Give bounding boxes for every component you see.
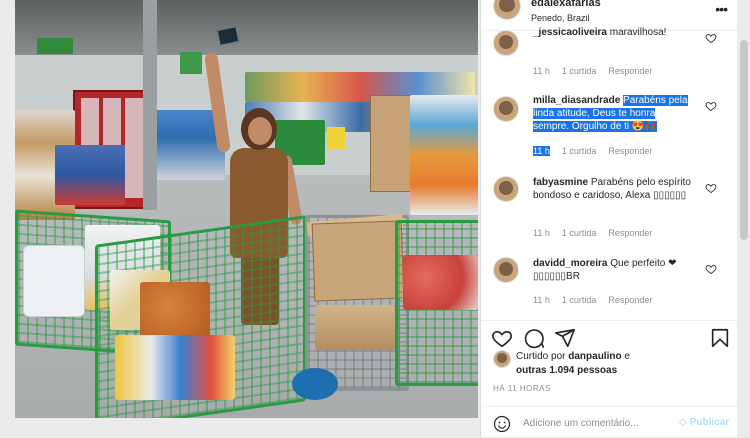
photo-goods bbox=[115, 335, 235, 400]
more-options-icon[interactable]: ••• bbox=[715, 1, 728, 17]
reply-button[interactable]: Responder bbox=[608, 295, 652, 305]
post-location[interactable]: Penedo, Brazil bbox=[531, 13, 590, 23]
comment-time[interactable]: 11 h bbox=[533, 295, 550, 305]
photo-goods bbox=[140, 282, 210, 342]
comment-meta: 11 h 1 curtida Responder bbox=[533, 146, 664, 156]
reply-button[interactable]: Responder bbox=[608, 66, 652, 76]
author-username[interactable]: edalexafarias bbox=[531, 0, 601, 9]
comment-likes[interactable]: 1 curtida bbox=[562, 66, 597, 76]
likes-prefix: Curtido por bbox=[516, 351, 569, 362]
reply-button[interactable]: Responder bbox=[608, 146, 652, 156]
comment-time[interactable]: 11 h bbox=[533, 66, 550, 76]
photo-cardboard-box bbox=[311, 220, 405, 302]
comment-meta: 11 h 1 curtida Responder bbox=[533, 66, 664, 76]
photo-shelf bbox=[410, 95, 478, 215]
comment-composer: Publicar bbox=[481, 406, 737, 438]
comment-username[interactable]: davidd_moreira bbox=[533, 258, 607, 269]
photo-pillar bbox=[143, 0, 157, 210]
share-direct-icon[interactable] bbox=[554, 327, 576, 349]
like-comment-heart-icon[interactable] bbox=[705, 182, 717, 194]
photo-fridge-door bbox=[125, 98, 143, 198]
reply-button[interactable]: Responder bbox=[608, 228, 652, 238]
emoji-icon[interactable] bbox=[493, 415, 511, 433]
commenter-avatar[interactable] bbox=[493, 30, 519, 56]
comment-time[interactable]: 11 h bbox=[533, 146, 550, 156]
post-actions-bar bbox=[481, 320, 737, 351]
photo-goods bbox=[403, 255, 478, 310]
comment-input[interactable] bbox=[523, 414, 663, 432]
photo-goods bbox=[315, 305, 395, 350]
comment-text-block: fabyasmine Parabéns pelo espírito bondos… bbox=[533, 176, 693, 202]
comment-text-block: davidd_moreira Que perfeito ❤ ▯▯▯▯▯▯BR bbox=[533, 257, 693, 283]
photo-person-face bbox=[248, 117, 272, 145]
photo-shelf bbox=[55, 145, 125, 205]
like-heart-icon[interactable] bbox=[491, 327, 513, 349]
commenter-avatar[interactable] bbox=[493, 96, 519, 122]
commenter-avatar[interactable] bbox=[493, 176, 519, 202]
comment-username[interactable]: _jessicaoliveira bbox=[533, 27, 607, 38]
liker-avatar[interactable] bbox=[493, 350, 511, 368]
publish-button[interactable]: Publicar bbox=[679, 417, 729, 428]
comment-username[interactable]: milla_diasandrade bbox=[533, 95, 620, 106]
photo-goods bbox=[23, 245, 85, 317]
likes-others-link[interactable]: outras 1.094 pessoas bbox=[516, 365, 617, 376]
like-comment-heart-icon[interactable] bbox=[705, 100, 717, 112]
photo-green-sign bbox=[37, 38, 73, 54]
comment-text-block: _jessicaoliveira maravilhosa! bbox=[533, 26, 693, 39]
like-comment-heart-icon[interactable] bbox=[705, 32, 717, 44]
likes-text: Curtido por danpaulino e outras 1.094 pe… bbox=[516, 350, 630, 378]
comment-likes[interactable]: 1 curtida bbox=[562, 146, 597, 156]
photo-price-tag bbox=[327, 127, 345, 149]
like-comment-heart-icon[interactable] bbox=[705, 263, 717, 275]
photo-ceiling bbox=[15, 0, 478, 60]
comment-username[interactable]: fabyasmine bbox=[533, 177, 588, 188]
author-avatar[interactable] bbox=[493, 0, 521, 20]
comment-likes[interactable]: 1 curtida bbox=[562, 228, 597, 238]
photo-floor-sticker bbox=[292, 368, 338, 400]
post-time-ago[interactable]: HÁ 11 HORAS bbox=[493, 384, 551, 393]
commenter-avatar[interactable] bbox=[493, 257, 519, 283]
save-bookmark-icon[interactable] bbox=[709, 327, 731, 349]
scrollbar-thumb[interactable] bbox=[740, 40, 748, 240]
post-photo[interactable] bbox=[15, 0, 478, 418]
comment-time[interactable]: 11 h bbox=[533, 228, 550, 238]
likes-middle: e bbox=[621, 351, 630, 362]
liker-username[interactable]: danpaulino bbox=[568, 351, 621, 362]
comment-meta: 11 h 1 curtida Responder bbox=[533, 228, 664, 238]
comment-bubble-icon[interactable] bbox=[523, 327, 545, 349]
post-side-panel: edalexafarias Penedo, Brazil ••• _jessic… bbox=[480, 0, 737, 437]
comment-likes[interactable]: 1 curtida bbox=[562, 295, 597, 305]
comment-text: maravilhosa! bbox=[609, 27, 667, 38]
comment-meta: 11 h 1 curtida Responder bbox=[533, 295, 664, 305]
comment-text-block: milla_diasandrade Parabéns pela linda at… bbox=[533, 94, 693, 133]
photo-green-sign bbox=[180, 52, 202, 74]
page-scrollbar[interactable] bbox=[738, 0, 750, 437]
